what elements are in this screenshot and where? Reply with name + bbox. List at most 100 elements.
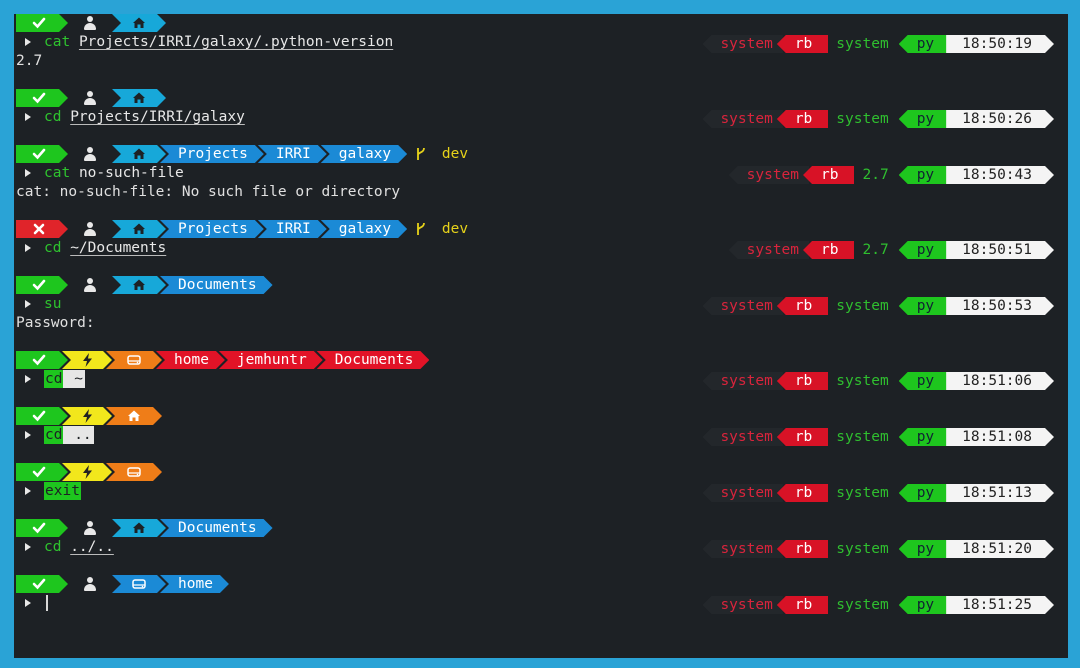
command-output: cat: no-such-file: No such file or direc… [16, 184, 401, 200]
right-prompt: system rb system py 18:50:26 [702, 110, 1054, 128]
triangle-right-icon [25, 38, 31, 46]
command-line[interactable]: cd ../.. [16, 538, 114, 556]
command-name: su [44, 296, 62, 312]
rb-label: rb [803, 241, 855, 259]
command-line[interactable]: cat Projects/IRRI/galaxy/.python-version [16, 33, 393, 51]
time-label: 18:51:25 [946, 596, 1054, 614]
rb-label: rb [776, 540, 829, 558]
time-label: 18:50:51 [946, 241, 1054, 259]
triangle-right-icon [25, 375, 31, 383]
time-label: 18:50:43 [946, 166, 1054, 184]
right-prompt: system rb system py 18:51:25 [702, 596, 1054, 614]
home-segment [112, 14, 166, 32]
path-segment: galaxy [321, 145, 407, 163]
path-segment: Projects [160, 220, 264, 238]
time-label: 18:51:13 [946, 484, 1054, 502]
command-line[interactable]: exit [16, 482, 81, 500]
python-version-label: system [836, 111, 889, 127]
command-line[interactable]: cd Projects/IRRI/galaxy [16, 108, 245, 126]
right-prompt: system rb system py 18:50:53 [702, 297, 1054, 315]
command-line[interactable]: cat no-such-file [16, 164, 184, 182]
root-segment [62, 463, 112, 481]
triangle-right-icon [25, 300, 31, 308]
path-segment: Documents [160, 276, 273, 294]
command-arg: ../.. [70, 539, 114, 555]
prompt-segments: home jemhuntr Documents [16, 351, 429, 369]
system-ruby-label: system [702, 596, 783, 614]
rb-label: rb [776, 596, 829, 614]
python-version-label: system [836, 36, 889, 52]
py-label: py [898, 484, 951, 502]
status-ok [16, 575, 68, 593]
time-label: 18:50:19 [946, 35, 1054, 53]
time-label: 18:51:06 [946, 372, 1054, 390]
system-ruby-label: system [702, 484, 783, 502]
rb-label: rb [776, 372, 829, 390]
path-text: galaxy [338, 146, 392, 162]
triangle-right-icon [25, 113, 31, 121]
status-ok [16, 145, 68, 163]
py-label: py [898, 297, 951, 315]
home-icon [127, 409, 141, 423]
check-icon [32, 577, 46, 591]
home-icon [132, 91, 146, 105]
time-label: 18:50:26 [946, 110, 1054, 128]
path-segment: galaxy [321, 220, 407, 238]
command-name: cd [44, 109, 62, 125]
command-line[interactable]: cd ~ [16, 370, 85, 388]
python-version-label: system [836, 373, 889, 389]
git-branch-icon [417, 222, 426, 235]
system-ruby-label: system [702, 297, 783, 315]
user-icon [83, 91, 97, 105]
command-name: cat [44, 34, 71, 50]
status-ok [16, 351, 68, 369]
system-ruby-label: system [702, 35, 783, 53]
home-icon [132, 222, 146, 236]
drive-segment [106, 351, 162, 369]
py-label: py [898, 241, 951, 259]
path-text: Projects [178, 221, 248, 237]
command-arg: ~ [63, 370, 85, 388]
command-arg: ~/Documents [70, 240, 167, 256]
py-label: py [898, 110, 951, 128]
terminal-window[interactable]: cat Projects/IRRI/galaxy/.python-version… [14, 14, 1068, 658]
command-arg: Projects/IRRI/galaxy [70, 109, 245, 125]
system-ruby-label: system [702, 428, 783, 446]
command-line[interactable]: cd .. [16, 426, 94, 444]
python-version-label: system [836, 485, 889, 501]
drive-icon [127, 465, 141, 479]
status-ok [16, 276, 68, 294]
lightning-icon [81, 353, 93, 367]
check-icon [32, 521, 46, 535]
path-segment: jemhuntr [219, 351, 323, 369]
user-icon [83, 577, 97, 591]
path-text: IRRI [275, 221, 311, 237]
system-ruby-label: system [702, 372, 783, 390]
system-ruby-label: system [728, 166, 810, 184]
check-icon [32, 465, 46, 479]
triangle-right-icon [25, 431, 31, 439]
home-segment [112, 220, 166, 238]
rb-label: rb [776, 110, 829, 128]
right-prompt: system rb 2.7 py 18:50:51 [728, 241, 1054, 259]
user-segment [68, 145, 112, 163]
command-name: cd [44, 426, 64, 444]
root-segment [62, 351, 112, 369]
command-arg: .. [63, 426, 94, 444]
path-text: galaxy [338, 221, 392, 237]
system-ruby-label: system [728, 241, 810, 259]
branch-name: dev [433, 146, 469, 162]
command-line[interactable]: cd ~/Documents [16, 239, 166, 257]
command-name: cat [44, 165, 71, 181]
prompt-segments: Projects IRRI galaxy dev [16, 220, 468, 238]
rb-label: rb [776, 297, 829, 315]
command-line[interactable] [16, 594, 48, 612]
git-branch: dev [415, 145, 468, 163]
path-text: Documents [334, 352, 414, 368]
command-line[interactable]: su [16, 295, 61, 313]
prompt-segments: Projects IRRI galaxy dev [16, 145, 468, 163]
